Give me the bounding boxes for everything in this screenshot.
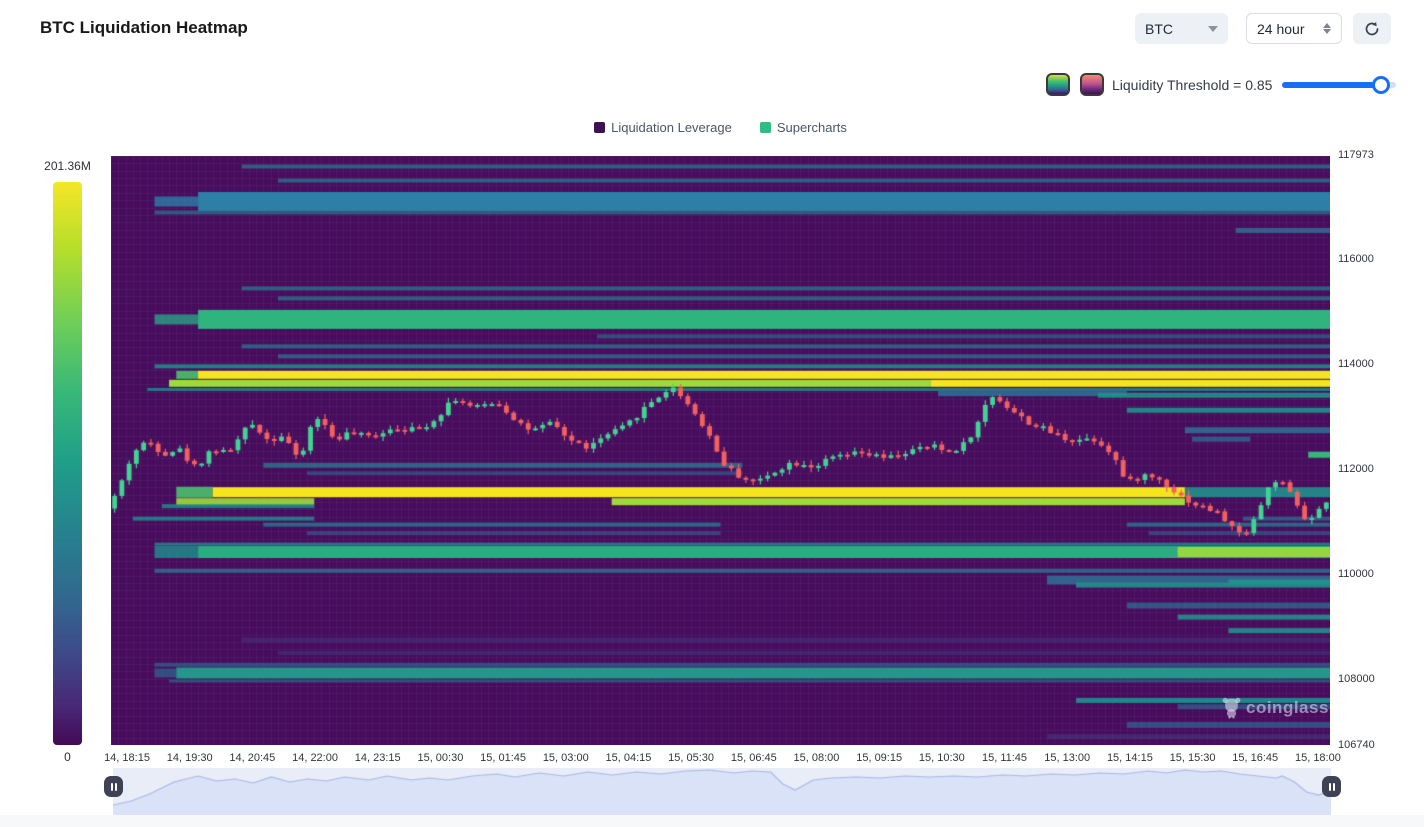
colormap-magma-button[interactable] [1080,73,1104,96]
legend-swatch [594,122,605,133]
y-axis-label: 114000 [1338,358,1374,370]
y-axis-label: 116000 [1338,253,1374,265]
x-axis-label: 14, 22:00 [292,752,338,764]
x-axis-label: 14, 19:30 [167,752,213,764]
x-axis-label: 15, 06:45 [731,752,777,764]
legend: Liquidation Leverage Supercharts [111,120,1330,135]
colorbar-gradient [53,182,82,745]
legend-item-supercharts[interactable]: Supercharts [760,120,847,135]
page: BTC Liquidation Heatmap BTC 24 hour Liqu… [0,0,1424,827]
x-axis-label: 15, 18:00 [1295,752,1341,764]
chevron-down-icon [1208,26,1218,32]
y-axis-label: 110000 [1338,568,1374,580]
x-axis-label: 15, 13:00 [1044,752,1090,764]
timeframe-select[interactable]: 24 hour [1246,13,1342,44]
colorbar-min-label: 0 [30,750,105,764]
x-axis-label: 15, 10:30 [919,752,965,764]
symbol-select-value: BTC [1145,21,1173,37]
x-axis-label: 15, 00:30 [417,752,463,764]
x-axis-label: 14, 20:45 [229,752,275,764]
stepper-icon [1323,23,1331,34]
legend-label: Supercharts [777,120,847,135]
liquidity-threshold-slider[interactable] [1282,81,1396,89]
y-axis-label: 112000 [1338,463,1374,475]
navigator-left-handle[interactable] [104,776,123,797]
refresh-icon [1363,20,1381,38]
timeframe-select-value: 24 hour [1257,21,1304,37]
page-title: BTC Liquidation Heatmap [40,18,248,38]
y-axis-label: 108000 [1338,673,1375,685]
x-axis-label: 14, 23:15 [355,752,401,764]
x-axis-label: 15, 16:45 [1232,752,1278,764]
liquidity-threshold-label: Liquidity Threshold = 0.85 [1112,77,1272,93]
refresh-button[interactable] [1353,13,1391,44]
slider-fill [1282,82,1381,88]
range-navigator[interactable] [113,768,1331,815]
symbol-select[interactable]: BTC [1135,13,1228,44]
x-axis-label: 15, 14:15 [1107,752,1153,764]
legend-swatch [760,122,771,133]
x-axis-label: 15, 05:30 [668,752,714,764]
x-axis-label: 15, 08:00 [794,752,840,764]
liquidation-heatmap-canvas[interactable] [111,156,1330,745]
legend-item-liquidation-leverage[interactable]: Liquidation Leverage [594,120,732,135]
x-axis-label: 15, 04:15 [606,752,652,764]
x-axis-label: 15, 03:00 [543,752,589,764]
navigator-right-handle[interactable] [1322,776,1341,797]
navigator-track[interactable] [0,815,1424,827]
colormap-viridis-button[interactable] [1046,73,1070,96]
x-axis-label: 15, 15:30 [1170,752,1216,764]
colorbar-max-label: 201.36M [30,159,105,173]
slider-thumb[interactable] [1372,76,1390,94]
y-axis-label: 117973 [1338,149,1374,161]
y-axis-label: 106740 [1338,739,1375,751]
x-axis-label: 15, 11:45 [982,752,1027,764]
x-axis-label: 15, 01:45 [480,752,526,764]
legend-label: Liquidation Leverage [611,120,732,135]
x-axis-label: 15, 09:15 [856,752,902,764]
x-axis-label: 14, 18:15 [104,752,150,764]
